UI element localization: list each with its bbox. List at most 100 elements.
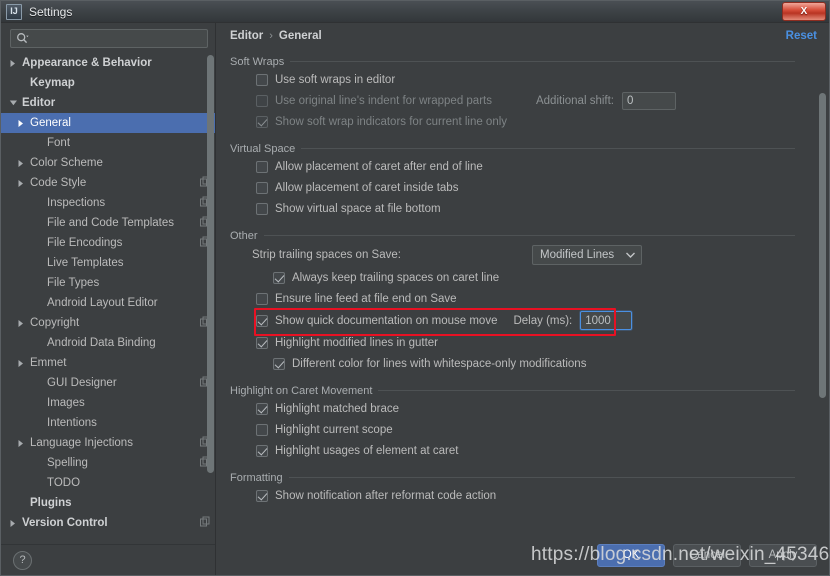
sidebar-item-language-injections[interactable]: Language Injections bbox=[1, 433, 215, 453]
checkbox-different-color-whitespace[interactable] bbox=[273, 357, 285, 370]
sidebar-item-file-encodings[interactable]: File Encodings bbox=[1, 233, 215, 253]
sidebar-item-intentions[interactable]: Intentions bbox=[1, 413, 215, 433]
sidebar-item-spelling[interactable]: Spelling bbox=[1, 453, 215, 473]
breadcrumb-root[interactable]: Editor bbox=[230, 30, 263, 42]
checkbox-caret-inside-tabs[interactable] bbox=[256, 181, 268, 194]
dialog-footer: OK Cancel Apply bbox=[216, 535, 829, 575]
checkbox-show-soft-wrap-indicators[interactable] bbox=[256, 115, 268, 128]
delay-input[interactable] bbox=[580, 311, 633, 330]
sidebar-tree: Appearance & Behavior Keymap Editor General… bbox=[1, 53, 215, 533]
option-label: Highlight usages of element at caret bbox=[275, 444, 459, 457]
sidebar-item-code-style[interactable]: Code Style bbox=[1, 173, 215, 193]
sidebar-scrollbar[interactable] bbox=[207, 55, 214, 473]
cancel-button[interactable]: Cancel bbox=[673, 543, 741, 567]
option-caret-inside-tabs[interactable]: Allow placement of caret inside tabs bbox=[230, 177, 811, 198]
chevron-right-icon[interactable] bbox=[9, 59, 22, 68]
sidebar-item-font[interactable]: Font bbox=[1, 133, 215, 153]
sidebar-item-keymap[interactable]: Keymap bbox=[1, 73, 215, 93]
chevron-right-icon[interactable] bbox=[17, 439, 30, 448]
additional-shift-input[interactable] bbox=[621, 91, 676, 110]
checkbox-highlight-current-scope[interactable] bbox=[256, 423, 268, 436]
option-different-color-whitespace[interactable]: Different color for lines with whitespac… bbox=[230, 353, 811, 374]
checkbox-use-soft-wraps[interactable] bbox=[256, 73, 268, 86]
dialog-body: Appearance & Behavior Keymap Editor General… bbox=[1, 23, 829, 575]
close-icon[interactable]: X bbox=[782, 2, 826, 21]
group-rule bbox=[263, 235, 795, 236]
search-box[interactable] bbox=[10, 29, 208, 48]
checkbox-virtual-space-bottom[interactable] bbox=[256, 202, 268, 215]
sidebar-item-label: Language Injections bbox=[30, 437, 133, 449]
sidebar-item-appearance-behavior[interactable]: Appearance & Behavior bbox=[1, 53, 215, 73]
option-caret-after-eol[interactable]: Allow placement of caret after end of li… bbox=[230, 156, 811, 177]
copy-settings-icon[interactable] bbox=[200, 516, 210, 530]
apply-button[interactable]: Apply bbox=[749, 543, 817, 567]
chevron-right-icon[interactable] bbox=[9, 519, 22, 528]
sidebar-item-general[interactable]: General bbox=[1, 113, 215, 133]
option-original-indent[interactable]: Use original line's indent for wrapped p… bbox=[230, 90, 811, 111]
chevron-right-icon[interactable] bbox=[17, 159, 30, 168]
sidebar-item-version-control[interactable]: Version Control bbox=[1, 513, 215, 533]
sidebar-item-label: Code Style bbox=[30, 177, 87, 189]
option-ensure-line-feed[interactable]: Ensure line feed at file end on Save bbox=[230, 288, 811, 309]
breadcrumb: Editor › General Reset bbox=[216, 23, 829, 49]
sidebar-item-inspections[interactable]: Inspections bbox=[1, 193, 215, 213]
settings-window: IJ Settings X Appearance & Behavior Keym… bbox=[0, 0, 830, 576]
sidebar-item-todo[interactable]: TODO bbox=[1, 473, 215, 493]
group-rule bbox=[288, 477, 795, 478]
sidebar-item-android-data-binding[interactable]: Android Data Binding bbox=[1, 333, 215, 353]
chevron-right-icon[interactable] bbox=[17, 179, 30, 188]
chevron-right-icon[interactable] bbox=[17, 319, 30, 328]
breadcrumb-leaf: General bbox=[278, 30, 322, 42]
sidebar-item-editor[interactable]: Editor bbox=[1, 93, 215, 113]
option-highlight-modified-lines[interactable]: Highlight modified lines in gutter bbox=[230, 332, 811, 353]
sidebar-item-label: Images bbox=[47, 397, 85, 409]
checkbox-show-notification-reformat[interactable] bbox=[256, 489, 268, 502]
sidebar-item-file-and-code-templates[interactable]: File and Code Templates bbox=[1, 213, 215, 233]
checkbox-highlight-matched-brace[interactable] bbox=[256, 402, 268, 415]
sidebar-item-label: Font bbox=[47, 137, 71, 149]
group-title-other: Other bbox=[230, 228, 811, 243]
option-keep-trailing-spaces[interactable]: Always keep trailing spaces on caret lin… bbox=[230, 267, 811, 288]
option-label: Allow placement of caret after end of li… bbox=[275, 160, 483, 173]
breadcrumb-separator-icon: › bbox=[269, 30, 273, 42]
chevron-down-icon[interactable] bbox=[9, 99, 22, 107]
reset-link[interactable]: Reset bbox=[786, 30, 817, 42]
sidebar-item-label: Intentions bbox=[47, 417, 97, 429]
option-show-notification-reformat[interactable]: Show notification after reformat code ac… bbox=[230, 485, 811, 506]
group-label: Other bbox=[230, 229, 258, 242]
sidebar-item-android-layout-editor[interactable]: Android Layout Editor bbox=[1, 293, 215, 313]
checkbox-highlight-usages[interactable] bbox=[256, 444, 268, 457]
option-highlight-usages[interactable]: Highlight usages of element at caret bbox=[230, 440, 811, 461]
sidebar-item-images[interactable]: Images bbox=[1, 393, 215, 413]
checkbox-caret-after-eol[interactable] bbox=[256, 160, 268, 173]
sidebar-item-file-types[interactable]: File Types bbox=[1, 273, 215, 293]
strip-trailing-value: Modified Lines bbox=[540, 249, 615, 261]
option-quick-documentation[interactable]: Show quick documentation on mouse move D… bbox=[230, 308, 811, 336]
sidebar-item-color-scheme[interactable]: Color Scheme bbox=[1, 153, 215, 173]
option-show-soft-wrap-indicators[interactable]: Show soft wrap indicators for current li… bbox=[230, 111, 811, 132]
content-scrollbar[interactable] bbox=[819, 93, 826, 398]
sidebar-item-live-templates[interactable]: Live Templates bbox=[1, 253, 215, 273]
settings-content: Editor › General Reset Soft Wraps Use so… bbox=[216, 23, 829, 575]
checkbox-keep-trailing-spaces[interactable] bbox=[273, 271, 285, 284]
sidebar-item-gui-designer[interactable]: GUI Designer bbox=[1, 373, 215, 393]
strip-trailing-dropdown[interactable]: Modified Lines bbox=[532, 245, 642, 265]
group-title-soft-wraps: Soft Wraps bbox=[230, 54, 811, 69]
option-highlight-current-scope[interactable]: Highlight current scope bbox=[230, 419, 811, 440]
help-icon[interactable]: ? bbox=[13, 550, 32, 570]
sidebar-item-emmet[interactable]: Emmet bbox=[1, 353, 215, 373]
option-use-soft-wraps[interactable]: Use soft wraps in editor bbox=[230, 69, 811, 90]
option-virtual-space-bottom[interactable]: Show virtual space at file bottom bbox=[230, 198, 811, 219]
chevron-right-icon[interactable] bbox=[17, 359, 30, 368]
option-highlight-matched-brace[interactable]: Highlight matched brace bbox=[230, 398, 811, 419]
sidebar-item-plugins[interactable]: Plugins bbox=[1, 493, 215, 513]
ok-button[interactable]: OK bbox=[597, 543, 665, 567]
checkbox-quick-documentation[interactable] bbox=[256, 314, 268, 327]
sidebar-item-label: Emmet bbox=[30, 357, 67, 369]
checkbox-highlight-modified-lines[interactable] bbox=[256, 336, 268, 349]
checkbox-original-indent[interactable] bbox=[256, 94, 268, 107]
sidebar-item-copyright[interactable]: Copyright bbox=[1, 313, 215, 333]
chevron-right-icon[interactable] bbox=[17, 119, 30, 128]
search-input[interactable] bbox=[32, 32, 202, 45]
checkbox-ensure-line-feed[interactable] bbox=[256, 292, 268, 305]
